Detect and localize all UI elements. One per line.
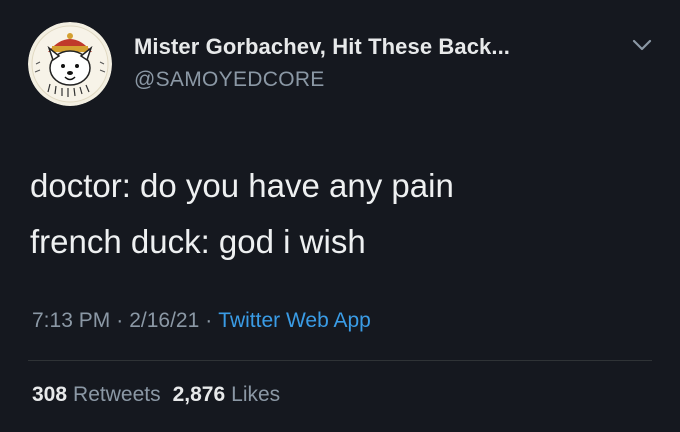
profile-avatar[interactable] — [28, 22, 112, 106]
display-name[interactable]: Mister Gorbachev, Hit These Back... — [134, 34, 510, 60]
tweet-body: doctor: do you have any pain french duck… — [30, 158, 454, 270]
meta-separator: · — [205, 309, 213, 332]
divider — [28, 360, 652, 361]
retweets-stat[interactable]: 308 Retweets — [32, 383, 161, 406]
meta-separator: · — [116, 309, 124, 332]
tweet-menu-button[interactable] — [630, 36, 654, 54]
retweets-count: 308 — [32, 383, 68, 406]
likes-label: Likes — [231, 383, 281, 406]
samoyed-dog-icon — [28, 22, 112, 106]
user-handle[interactable]: @SAMOYEDCORE — [134, 68, 325, 92]
chevron-down-icon — [632, 39, 652, 51]
likes-stat[interactable]: 2,876 Likes — [173, 383, 281, 406]
tweet-time[interactable]: 7:13 PM — [32, 309, 110, 332]
tweet-line: french duck: god i wish — [30, 223, 366, 260]
tweet-card: Mister Gorbachev, Hit These Back... @SAM… — [0, 0, 680, 432]
tweet-stats: 308 Retweets 2,876 Likes — [32, 383, 280, 407]
tweet-date[interactable]: 2/16/21 — [129, 309, 199, 332]
tweet-meta: 7:13 PM · 2/16/21 · Twitter Web App — [32, 309, 371, 333]
tweet-source-link[interactable]: Twitter Web App — [218, 309, 371, 332]
likes-count: 2,876 — [172, 383, 226, 406]
retweets-label: Retweets — [73, 383, 161, 406]
tweet-line: doctor: do you have any pain — [30, 167, 454, 204]
